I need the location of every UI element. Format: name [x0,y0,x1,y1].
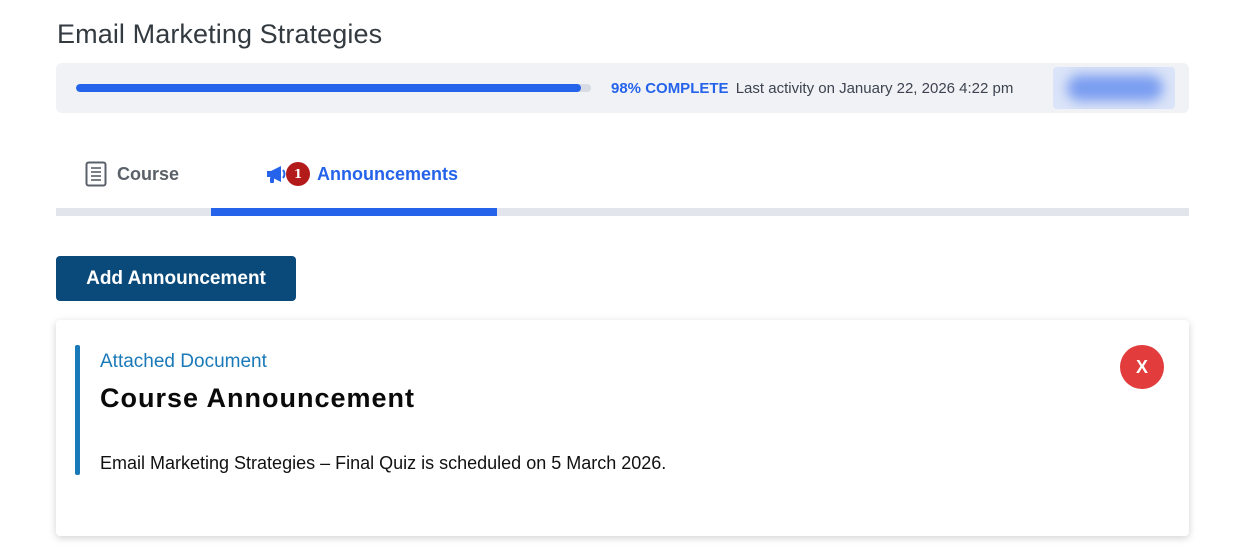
last-activity: Last activity on January 22, 2026 4:22 p… [735,80,1014,97]
announcement-count-badge: 1 [286,162,310,186]
page-title: Email Marketing Strategies [57,19,383,49]
progress-bar-fill [76,84,581,92]
attached-document-link[interactable]: Attached Document [100,351,267,373]
announcement-card: Attached Document Course Announcement Em… [56,320,1189,536]
blurred-avatar [1053,67,1175,109]
document-icon [85,161,107,187]
tab-course-label: Course [117,163,180,184]
blurred-avatar-content [1067,75,1163,101]
progress-panel: 98% COMPLETE Last activity on January 22… [56,63,1189,113]
tab-announcements-underline [211,208,497,216]
announcement-title: Course Announcement [100,383,416,413]
tab-bar: Course 1 Announcements [56,140,1189,216]
tab-announcements[interactable]: 1 Announcements [265,140,458,208]
close-announcement-button[interactable]: X [1120,345,1164,389]
announcement-body: Email Marketing Strategies – Final Quiz … [100,453,667,473]
progress-percent: 98% COMPLETE [611,80,729,97]
progress-bar [76,84,591,92]
announcement-accent-bar [75,345,80,475]
tab-course[interactable]: Course [85,140,179,208]
progress-status: 98% COMPLETE Last activity on January 22… [611,80,1013,97]
tab-announcements-label: Announcements [317,163,459,184]
add-announcement-button[interactable]: Add Announcement [56,256,296,301]
